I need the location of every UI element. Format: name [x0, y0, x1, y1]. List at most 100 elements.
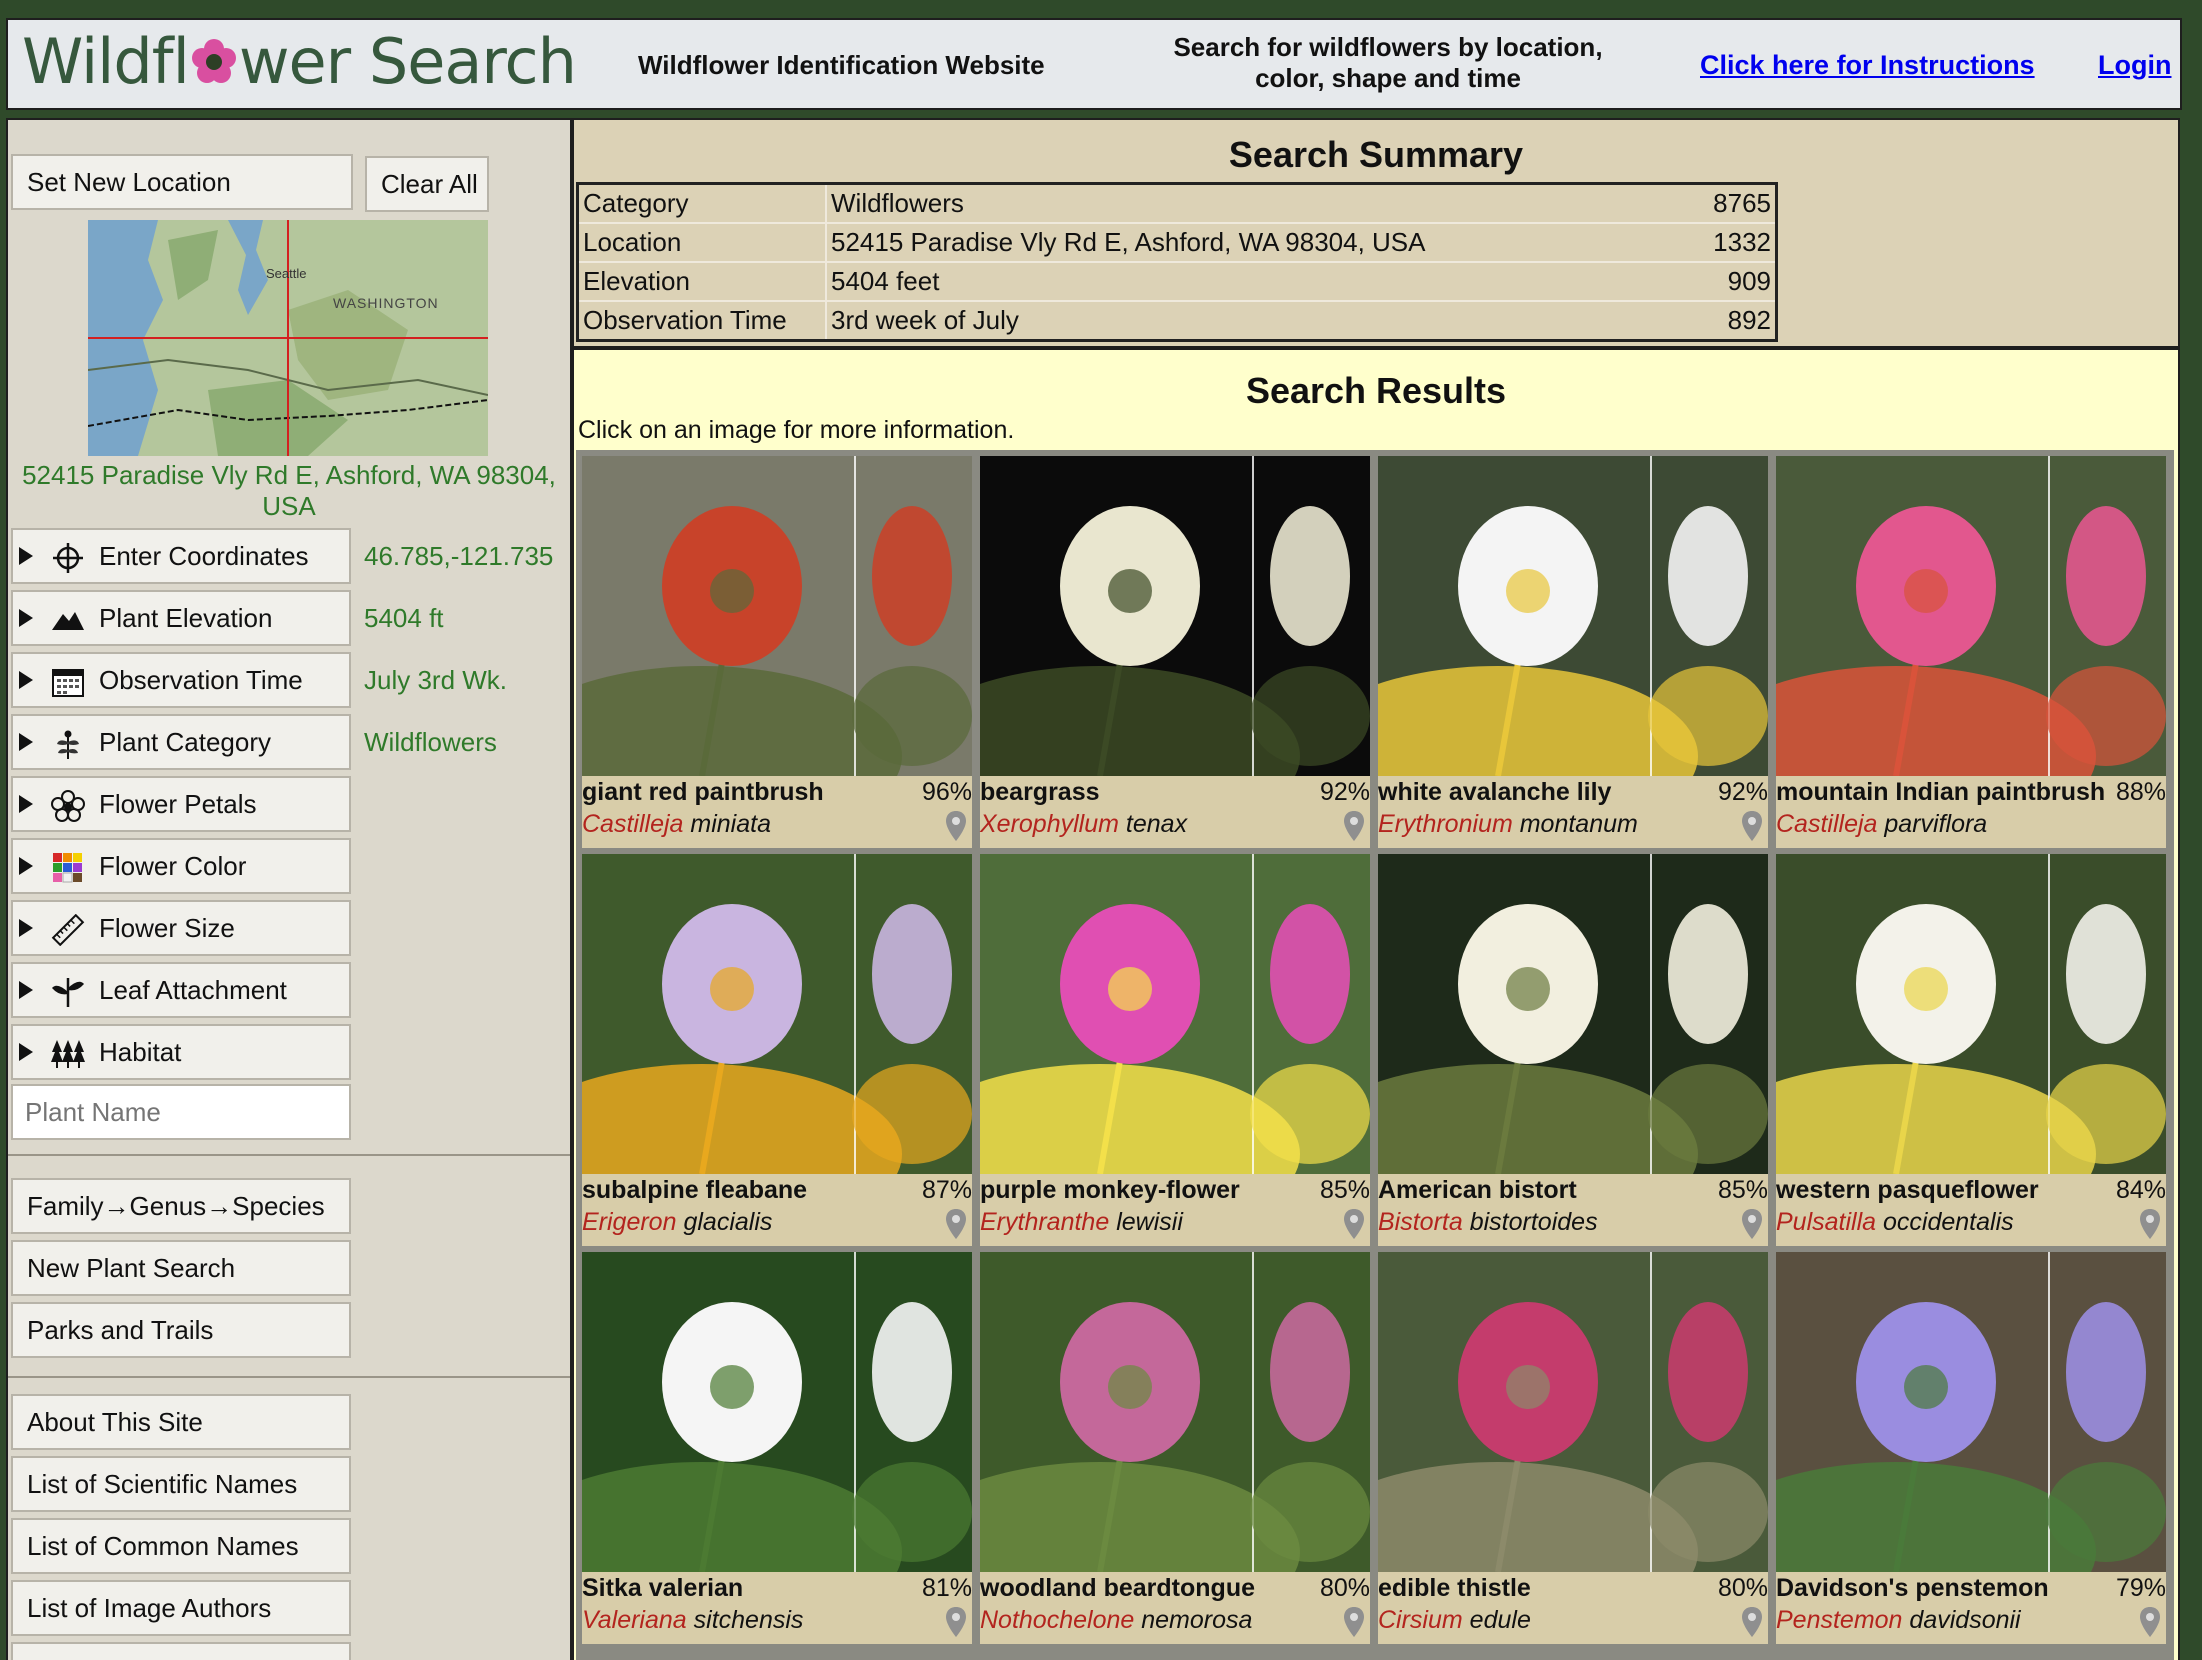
map-pin-icon[interactable]	[2138, 1208, 2162, 1240]
petals-icon	[51, 790, 85, 822]
result-card[interactable]: subalpine fleabane 87% Erigeron glacialis	[582, 854, 972, 1246]
map-pin-icon[interactable]	[944, 810, 968, 842]
flower-photo[interactable]	[582, 1252, 972, 1572]
summary-value: 52415 Paradise Vly Rd E, Ashford, WA 983…	[826, 223, 1677, 263]
map-pin-icon[interactable]	[1740, 1208, 1764, 1240]
result-card[interactable]: mountain Indian paintbrush 88% Castilleja …	[1776, 456, 2166, 848]
site-logo[interactable]: Wildfl wer Search	[22, 26, 577, 98]
map-pin-icon[interactable]	[2138, 1606, 2162, 1638]
flower-photo[interactable]	[1776, 456, 2166, 776]
parks-and-trails-button[interactable]: Parks and Trails	[11, 1302, 351, 1358]
search-results-title: Search Results	[1245, 370, 1507, 411]
genus-name: Nothochelone	[980, 1606, 1135, 1634]
common-name[interactable]: Davidson's penstemon	[1776, 1574, 2049, 1603]
flower-photo[interactable]	[1378, 1252, 1768, 1572]
color-grid-icon	[53, 853, 82, 883]
about-site-button[interactable]: About This Site	[11, 1394, 351, 1450]
result-card[interactable]: woodland beardtongue 80% Nothochelone nemo…	[980, 1252, 1370, 1644]
family-genus-species-button[interactable]: Family→Genus→Species	[11, 1178, 351, 1234]
summary-count: 909	[1677, 262, 1777, 302]
match-percentage: 80%	[1319, 1574, 1370, 1602]
result-card[interactable]: beargrass 92% Xerophyllum tenax	[980, 456, 1370, 848]
result-card[interactable]: giant red paintbrush 96% Castilleja miniat…	[582, 456, 972, 848]
match-percentage: 87%	[921, 1176, 972, 1204]
calendar-icon	[52, 669, 84, 697]
common-name[interactable]: beargrass	[980, 778, 1100, 807]
map-pin-icon[interactable]	[1740, 810, 1764, 842]
habitat-button[interactable]: Habitat	[11, 1024, 351, 1080]
leaf-attachment-button[interactable]: Leaf Attachment	[11, 962, 351, 1018]
login-link[interactable]: Login	[2098, 50, 2171, 81]
result-card[interactable]: purple monkey-flower 85% Erythranthe lewis…	[980, 854, 1370, 1246]
map-pin-icon[interactable]	[1342, 810, 1366, 842]
observation-time-button[interactable]: Observation Time	[11, 652, 351, 708]
flower-petals-button[interactable]: Flower Petals	[11, 776, 351, 832]
summary-row: Category Wildflowers 8765	[577, 183, 1777, 224]
species-name: glacialis	[683, 1208, 773, 1236]
expand-triangle-icon	[19, 981, 33, 999]
flower-photo[interactable]	[1378, 854, 1768, 1174]
match-percentage: 79%	[2115, 1574, 2166, 1602]
common-name[interactable]: purple monkey-flower	[980, 1176, 1240, 1205]
flower-photo[interactable]	[582, 456, 972, 776]
common-name[interactable]: woodland beardtongue	[980, 1574, 1255, 1603]
common-name[interactable]: white avalanche lily	[1378, 778, 1611, 807]
common-name[interactable]: subalpine fleabane	[582, 1176, 807, 1205]
flower-size-button[interactable]: Flower Size	[11, 900, 351, 956]
plant-name-input[interactable]	[11, 1084, 351, 1140]
expand-triangle-icon	[19, 1043, 33, 1061]
genus-name: Penstemon	[1776, 1606, 1903, 1634]
result-card[interactable]: Davidson's penstemon 79% Penstemon davidso…	[1776, 1252, 2166, 1644]
summary-key: Observation Time	[577, 301, 827, 342]
set-location-button[interactable]: Set New Location	[11, 154, 353, 210]
trees-icon	[51, 1040, 85, 1068]
common-name[interactable]: edible thistle	[1378, 1574, 1531, 1603]
common-names-button[interactable]: List of Common Names	[11, 1518, 351, 1574]
instructions-link[interactable]: Click here for Instructions	[1700, 50, 2035, 81]
scientific-name: Penstemon davidsonii	[1776, 1606, 2021, 1635]
sidebar-more-button[interactable]	[11, 1642, 351, 1660]
summary-key: Elevation	[577, 262, 827, 302]
map-pin-icon[interactable]	[1342, 1606, 1366, 1638]
summary-key: Category	[577, 183, 827, 224]
image-authors-button[interactable]: List of Image Authors	[11, 1580, 351, 1636]
summary-value: Wildflowers	[826, 183, 1677, 224]
flower-photo[interactable]	[1378, 456, 1768, 776]
map-pin-icon[interactable]	[1342, 1208, 1366, 1240]
flower-photo[interactable]	[980, 1252, 1370, 1572]
common-name[interactable]: Sitka valerian	[582, 1574, 743, 1603]
common-name[interactable]: mountain Indian paintbrush	[1776, 778, 2105, 807]
flower-photo[interactable]	[980, 456, 1370, 776]
scientific-name: Pulsatilla occidentalis	[1776, 1208, 2014, 1237]
flower-photo[interactable]	[1776, 1252, 2166, 1572]
result-card[interactable]: white avalanche lily 92% Erythronium monta…	[1378, 456, 1768, 848]
common-name[interactable]: western pasqueflower	[1776, 1176, 2039, 1205]
flower-photo[interactable]	[582, 854, 972, 1174]
flower-photo[interactable]	[980, 854, 1370, 1174]
new-plant-search-button[interactable]: New Plant Search	[11, 1240, 351, 1296]
genus-name: Castilleja	[582, 810, 684, 838]
match-percentage: 92%	[1717, 778, 1768, 806]
genus-name: Cirsium	[1378, 1606, 1463, 1634]
common-name[interactable]: giant red paintbrush	[582, 778, 824, 807]
result-card[interactable]: American bistort 85% Bistorta bistortoides	[1378, 854, 1768, 1246]
summary-row: Elevation 5404 feet 909	[577, 262, 1777, 302]
result-card[interactable]: edible thistle 80% Cirsium edule	[1378, 1252, 1768, 1644]
plant-category-button[interactable]: Plant Category	[11, 714, 351, 770]
flower-color-button[interactable]: Flower Color	[11, 838, 351, 894]
expand-triangle-icon	[19, 671, 33, 689]
result-card[interactable]: western pasqueflower 84% Pulsatilla occide…	[1776, 854, 2166, 1246]
scientific-names-button[interactable]: List of Scientific Names	[11, 1456, 351, 1512]
map-pin-icon[interactable]	[944, 1606, 968, 1638]
plant-elevation-button[interactable]: Plant Elevation	[11, 590, 351, 646]
map-pin-icon[interactable]	[1740, 1606, 1764, 1638]
location-map[interactable]: Seattle WASHINGTON	[88, 220, 488, 456]
clear-all-button[interactable]: Clear All	[365, 156, 489, 212]
enter-coordinates-button[interactable]: Enter Coordinates	[11, 528, 351, 584]
flower-photo[interactable]	[1776, 854, 2166, 1174]
map-pin-icon[interactable]	[944, 1208, 968, 1240]
result-card[interactable]: Sitka valerian 81% Valeriana sitchensis	[582, 1252, 972, 1644]
match-percentage: 88%	[2115, 778, 2166, 806]
map-label-seattle: Seattle	[266, 266, 306, 281]
common-name[interactable]: American bistort	[1378, 1176, 1577, 1205]
